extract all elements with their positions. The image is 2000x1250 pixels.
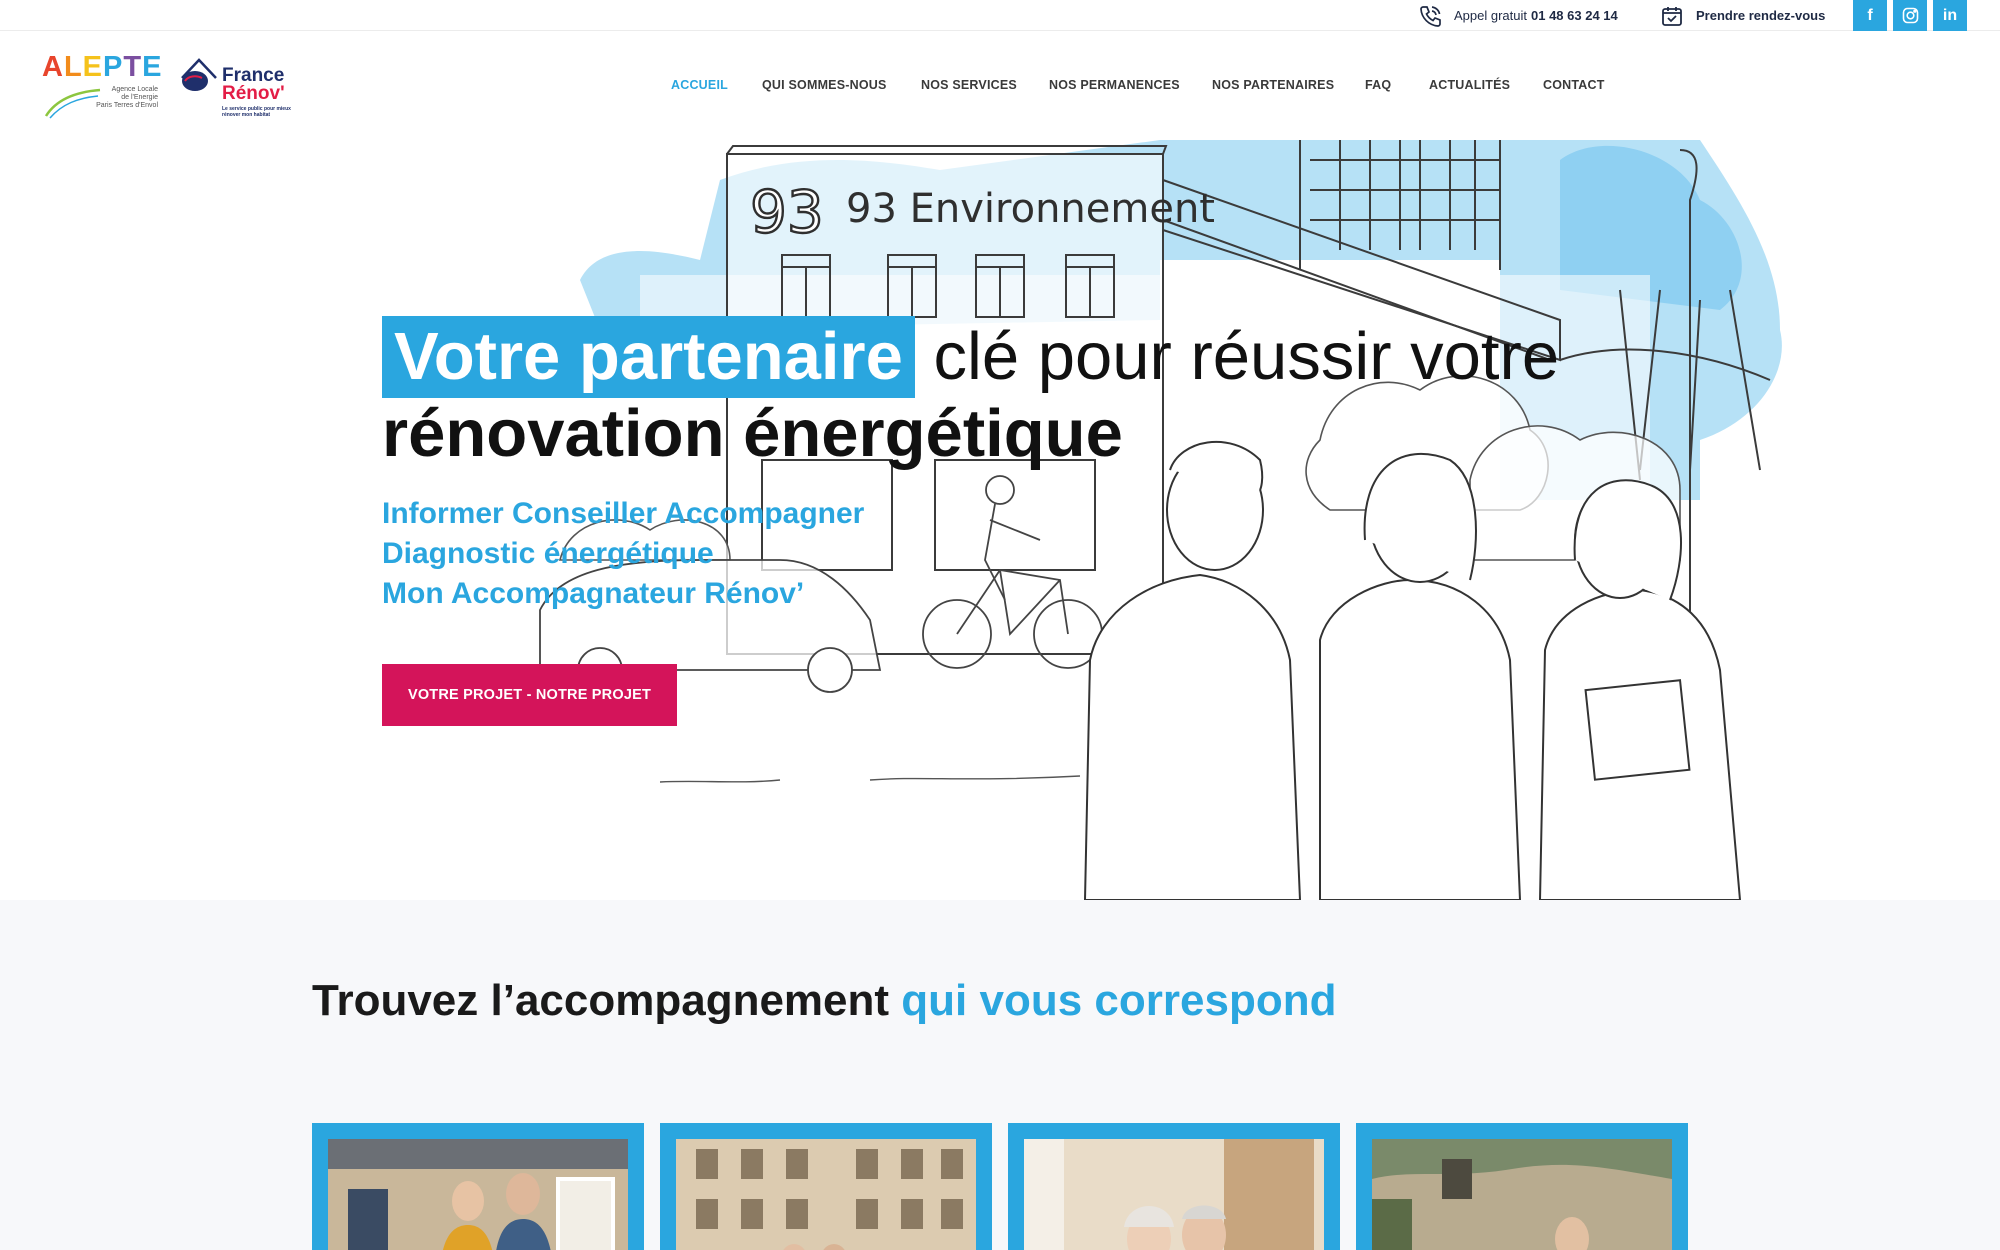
nav-item-contact[interactable]: CONTACT [1543, 78, 1605, 92]
hero-title-highlight: Votre partenaire [382, 316, 915, 398]
hero-title-line2: rénovation énergétique [382, 396, 1123, 471]
hero: 93 93 Environnement Votre partenaire clé… [0, 140, 2000, 900]
nav-item-nos-partenaires[interactable]: NOS PARTENAIRES [1212, 78, 1334, 92]
card-senior-couple[interactable] [1008, 1123, 1340, 1250]
instagram-icon[interactable] [1893, 0, 1927, 31]
nav-item-nos-permanences[interactable]: NOS PERMANENCES [1049, 78, 1180, 92]
card-photo [1024, 1139, 1324, 1250]
free-call-link[interactable]: Appel gratuit 01 48 63 24 14 [1416, 0, 1618, 31]
hero-subtitle-line: Mon Accompagnateur Rénov’ [382, 577, 805, 610]
calendar-icon [1658, 2, 1686, 30]
section-title: Trouvez l’accompagnement qui vous corres… [312, 976, 1337, 1025]
top-bar: Appel gratuit 01 48 63 24 14 Prendre ren… [0, 0, 2000, 31]
nav-item-nos-services[interactable]: NOS SERVICES [921, 78, 1017, 92]
svg-text:93: 93 [750, 178, 824, 246]
hero-subtitle: Informer Conseiller Accompagner Diagnost… [382, 494, 864, 614]
main-nav: ACCUEIL QUI SOMMES-NOUS NOS SERVICES NOS… [0, 78, 2000, 98]
people-drawing [1083, 440, 1742, 900]
hero-subtitle-line: Diagnostic énergétique [382, 537, 714, 570]
card-photo [1372, 1139, 1672, 1250]
hero-title-rest: clé pour réussir votre [914, 319, 1560, 394]
card-couple-house[interactable] [312, 1123, 644, 1250]
hero-illustration: 93 93 Environnement [539, 140, 1782, 900]
card-old-house[interactable] [1356, 1123, 1688, 1250]
linkedin-icon[interactable]: in [1933, 0, 1967, 31]
nav-item-actualites[interactable]: ACTUALITÉS [1429, 78, 1510, 92]
appointment-link[interactable]: Prendre rendez-vous [1658, 0, 1825, 31]
project-cta-button[interactable]: VOTRE PROJET - NOTRE PROJET [382, 664, 677, 726]
facebook-icon[interactable]: f [1853, 0, 1887, 31]
hero-subtitle-line: Informer Conseiller Accompagner [382, 497, 865, 530]
free-call-label: Appel gratuit [1454, 8, 1527, 23]
card-photo [328, 1139, 628, 1250]
nav-item-qui-sommes-nous[interactable]: QUI SOMMES-NOUS [762, 78, 887, 92]
france-renov-tagline: Le service public pour mieux rénover mon… [222, 106, 291, 118]
hero-title: Votre partenaire clé pour réussir votre … [382, 316, 1642, 470]
page: Appel gratuit 01 48 63 24 14 Prendre ren… [0, 0, 2000, 1250]
nav-item-faq[interactable]: FAQ [1365, 78, 1391, 92]
phone-icon [1416, 2, 1444, 30]
appointment-label: Prendre rendez-vous [1696, 8, 1826, 23]
accompaniment-section: Trouvez l’accompagnement qui vous corres… [0, 900, 2000, 1250]
nav-item-accueil[interactable]: ACCUEIL [671, 78, 728, 92]
card-photo [676, 1139, 976, 1250]
phone-number: 01 48 63 24 14 [1531, 8, 1618, 23]
card-apartment-building[interactable] [660, 1123, 992, 1250]
illustration-sign: 93 Environnement [846, 186, 1215, 232]
